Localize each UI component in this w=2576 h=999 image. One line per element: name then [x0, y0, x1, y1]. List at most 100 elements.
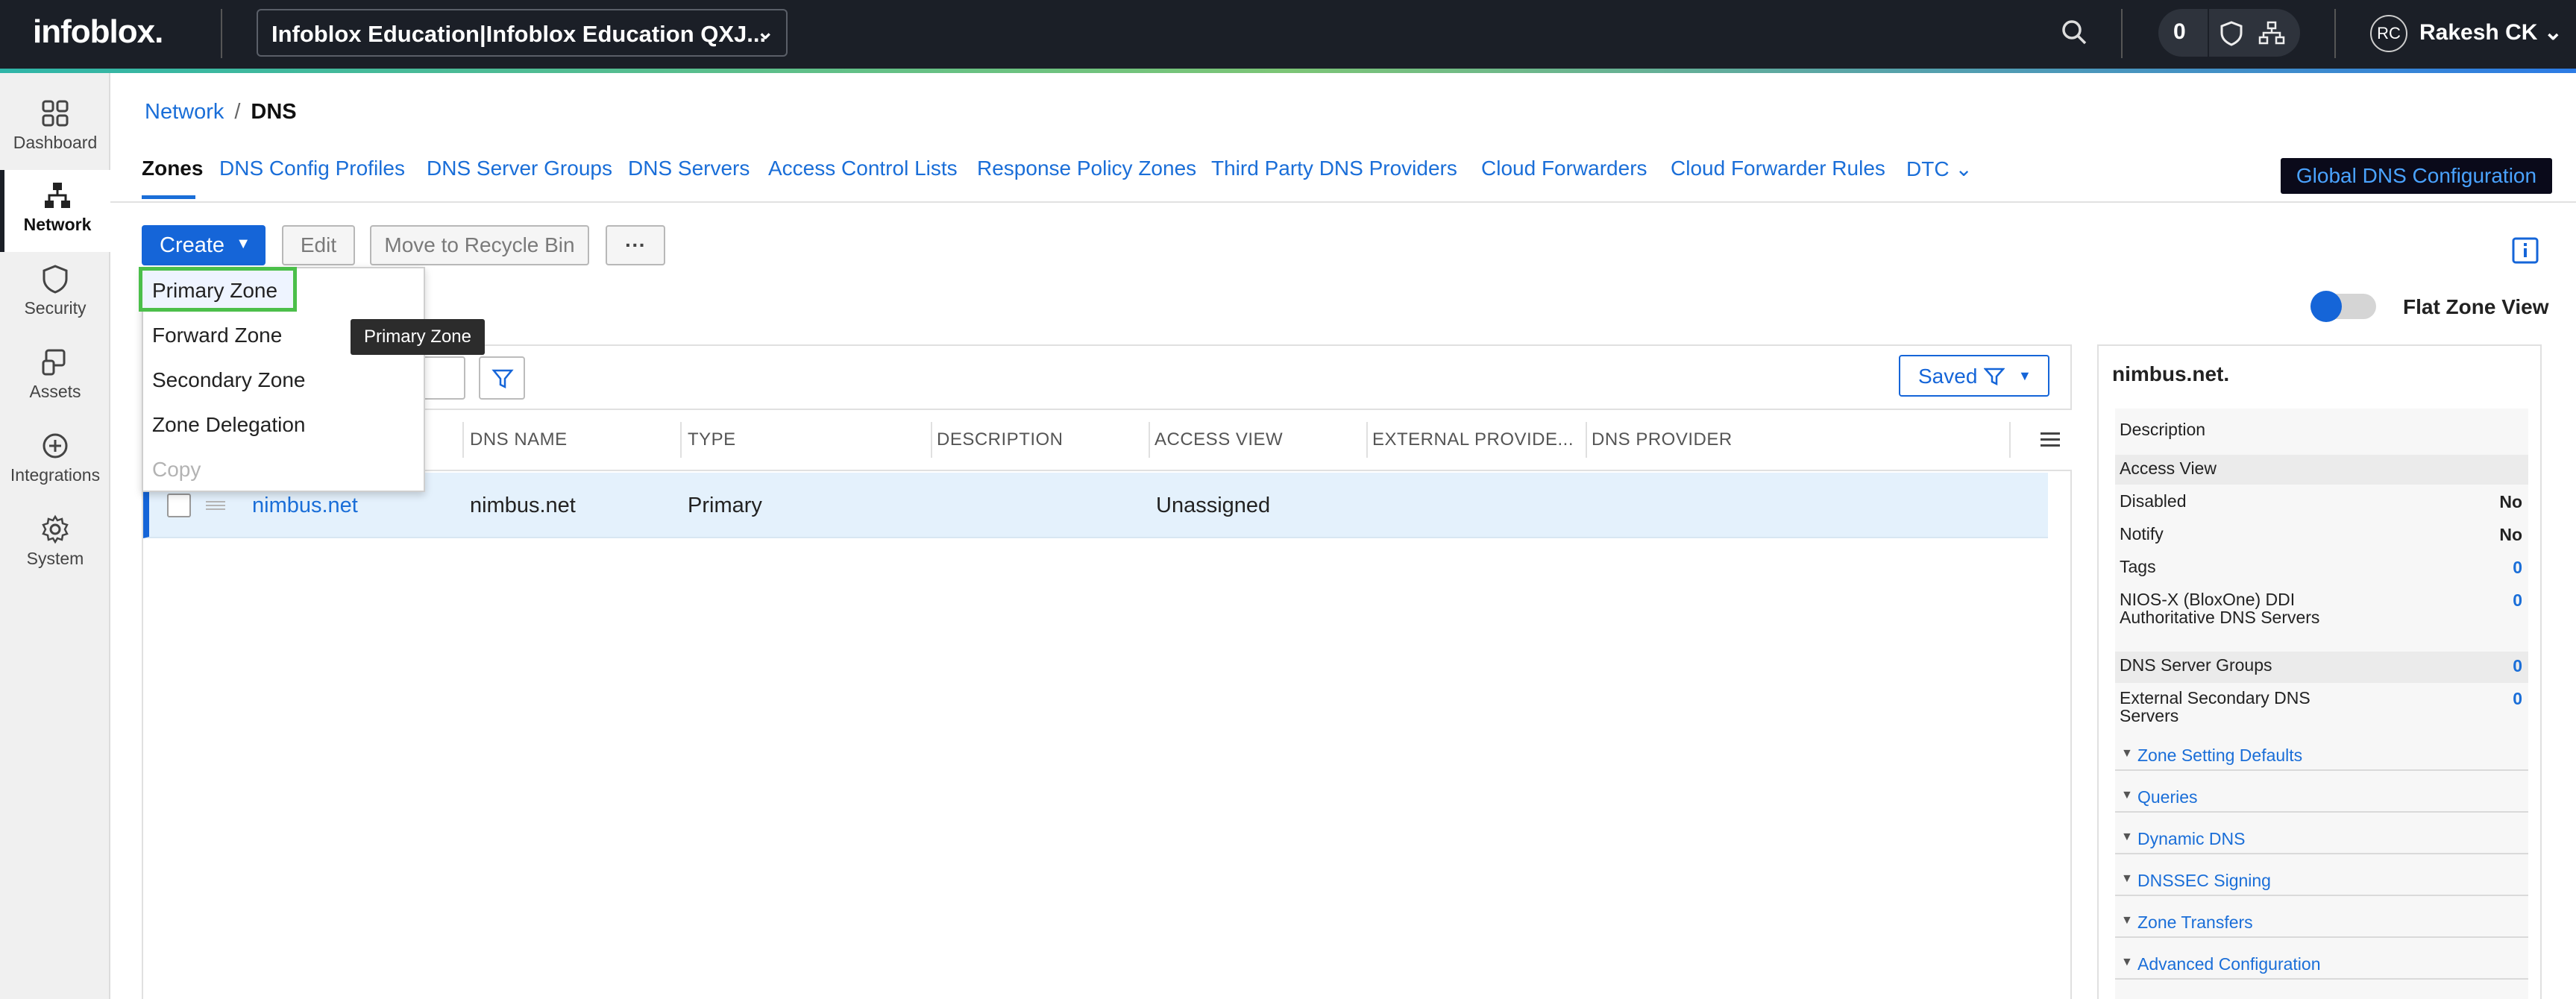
- tab-zones[interactable]: Zones: [142, 157, 203, 180]
- column-header-type[interactable]: TYPE: [688, 429, 736, 450]
- tab-dns-config-profiles[interactable]: DNS Config Profiles: [219, 157, 405, 180]
- tooltip: Primary Zone: [351, 319, 485, 355]
- avatar[interactable]: RC: [2370, 15, 2407, 52]
- section-label: Dynamic DNS: [2137, 829, 2246, 848]
- filter-icon: [491, 369, 514, 389]
- section-label: Advanced Configuration: [2137, 954, 2321, 974]
- detail-label: NIOS-X (BloxOne) DDI Authoritative DNS S…: [2120, 590, 2320, 627]
- section-dnssec-signing[interactable]: ▼ DNSSEC Signing: [2115, 863, 2528, 896]
- tab-third-party-dns-providers[interactable]: Third Party DNS Providers: [1211, 157, 1457, 180]
- filter-button[interactable]: [479, 356, 525, 400]
- menu-item-zone-delegation[interactable]: Zone Delegation: [152, 413, 305, 437]
- nav-item-security[interactable]: Security: [0, 253, 110, 335]
- detail-label: Disabled: [2120, 491, 2187, 511]
- detail-row-notify: Notify No: [2115, 520, 2528, 550]
- status-pill[interactable]: 0: [2158, 9, 2300, 57]
- nav-item-dashboard[interactable]: Dashboard: [0, 88, 110, 170]
- cell-dns-name: nimbus.net: [470, 494, 576, 517]
- section-label: Zone Setting Defaults: [2137, 746, 2303, 765]
- menu-item-secondary-zone[interactable]: Secondary Zone: [152, 368, 305, 392]
- column-menu-icon[interactable]: [2041, 431, 2060, 449]
- breadcrumb: Network / DNS: [145, 100, 297, 125]
- menu-item-primary-zone[interactable]: Primary Zone: [152, 279, 277, 303]
- info-icon[interactable]: [2512, 237, 2539, 264]
- network-icon[interactable]: [2258, 21, 2285, 46]
- user-menu[interactable]: Rakesh CK ⌄: [2419, 19, 2563, 45]
- section-queries[interactable]: ▼ Queries: [2115, 780, 2528, 813]
- nav-item-system[interactable]: System: [0, 504, 110, 586]
- edit-button[interactable]: Edit: [282, 225, 355, 265]
- collapse-triangle-icon: ▼: [2121, 872, 2133, 885]
- saved-filters-button[interactable]: Saved ▼: [1899, 355, 2049, 397]
- detail-value-link[interactable]: 0: [2513, 656, 2522, 676]
- caret-down-icon: ▼: [2018, 368, 2032, 383]
- breadcrumb-separator: /: [234, 100, 241, 124]
- shield-icon[interactable]: [2220, 21, 2243, 46]
- tab-access-control-lists[interactable]: Access Control Lists: [768, 157, 958, 180]
- integrations-icon: [43, 433, 68, 458]
- tab-cloud-forwarder-rules[interactable]: Cloud Forwarder Rules: [1671, 157, 1885, 180]
- row-checkbox[interactable]: [167, 494, 191, 517]
- detail-label: Access View: [2120, 458, 2217, 478]
- table-row[interactable]: nimbus.net nimbus.net Primary Unassigned: [143, 473, 2048, 538]
- saved-label: Saved: [1918, 365, 1978, 388]
- detail-value-link[interactable]: 0: [2513, 590, 2522, 611]
- column-header-external-provider[interactable]: EXTERNAL PROVIDE...: [1372, 429, 1574, 450]
- detail-title: nimbus.net.: [2112, 362, 2230, 385]
- nav-label: Dashboard: [13, 133, 98, 152]
- tab-cloud-forwarders[interactable]: Cloud Forwarders: [1481, 157, 1647, 180]
- detail-value-link[interactable]: 0: [2513, 689, 2522, 709]
- divider: [221, 9, 222, 58]
- organization-selector[interactable]: Infoblox Education|Infoblox Education QX…: [257, 9, 788, 57]
- create-button[interactable]: Create ▼: [142, 225, 266, 265]
- search-icon[interactable]: [2060, 18, 2090, 48]
- move-to-recycle-bin-button[interactable]: Move to Recycle Bin: [370, 225, 589, 265]
- breadcrumb-network[interactable]: Network: [145, 100, 224, 124]
- nav-item-network[interactable]: Network: [0, 170, 110, 252]
- menu-item-copy: Copy: [152, 458, 201, 481]
- column-header-description[interactable]: DESCRIPTION: [937, 429, 1064, 450]
- network-icon: [45, 183, 70, 208]
- flat-zone-view-toggle[interactable]: [2310, 291, 2376, 322]
- column-divider: [931, 422, 932, 458]
- menu-item-forward-zone[interactable]: Forward Zone: [152, 324, 282, 347]
- nav-item-assets[interactable]: Assets: [0, 337, 110, 419]
- section-zone-setting-defaults[interactable]: ▼ Zone Setting Defaults: [2115, 738, 2528, 771]
- tab-dns-servers[interactable]: DNS Servers: [628, 157, 750, 180]
- collapse-triangle-icon: ▼: [2121, 914, 2133, 927]
- column-divider: [680, 422, 682, 458]
- left-nav: Dashboard Network Security Assets Integr…: [0, 73, 110, 999]
- create-menu: Primary Zone Forward Zone Secondary Zone…: [139, 267, 425, 492]
- detail-value-link[interactable]: 0: [2513, 558, 2522, 578]
- active-tab-indicator: [142, 195, 195, 199]
- tab-response-policy-zones[interactable]: Response Policy Zones: [977, 157, 1196, 180]
- cell-type: Primary: [688, 494, 762, 517]
- column-header-dns-name[interactable]: DNS NAME: [470, 429, 568, 450]
- column-header-access-view[interactable]: ACCESS VIEW: [1155, 429, 1283, 450]
- column-header-dns-provider[interactable]: DNS PROVIDER: [1592, 429, 1732, 450]
- section-dynamic-dns[interactable]: ▼ Dynamic DNS: [2115, 822, 2528, 854]
- section-advanced-configuration[interactable]: ▼ Advanced Configuration: [2115, 947, 2528, 980]
- chevron-down-icon: ⌄: [1955, 157, 1973, 180]
- organization-name: Infoblox Education|Infoblox Education QX…: [271, 21, 767, 47]
- section-zone-transfers[interactable]: ▼ Zone Transfers: [2115, 905, 2528, 938]
- infoblox-logo[interactable]: infoblox.: [33, 13, 163, 51]
- cell-access-view: Unassigned: [1156, 494, 1271, 517]
- column-divider: [1366, 422, 1368, 458]
- global-dns-configuration-button[interactable]: Global DNS Configuration: [2281, 158, 2552, 194]
- section-label: Queries: [2137, 787, 2198, 807]
- nav-label: Network: [23, 215, 92, 234]
- nav-label: System: [26, 549, 84, 568]
- nav-item-integrations[interactable]: Integrations: [0, 420, 110, 502]
- detail-row-access-view: Access View: [2115, 455, 2528, 485]
- nav-label: Integrations: [10, 465, 101, 485]
- tab-dns-server-groups[interactable]: DNS Server Groups: [427, 157, 612, 180]
- detail-value: No: [2499, 525, 2522, 544]
- nav-label: Assets: [29, 382, 81, 401]
- zone-name-link[interactable]: nimbus.net: [252, 494, 358, 518]
- shield-icon: [43, 265, 68, 294]
- drag-handle-icon[interactable]: [206, 500, 225, 511]
- more-actions-button[interactable]: ···: [606, 225, 665, 265]
- tab-dtc[interactable]: DTC ⌄: [1906, 157, 1973, 181]
- table-header: DNS NAME TYPE DESCRIPTION ACCESS VIEW EX…: [143, 409, 2072, 471]
